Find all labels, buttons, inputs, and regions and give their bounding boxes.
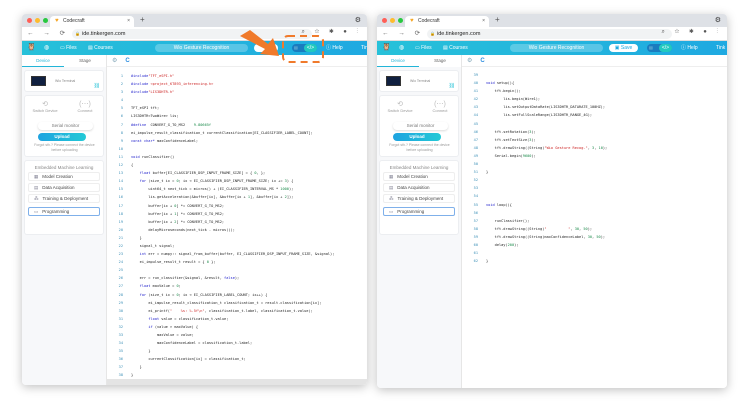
orange-arrow-icon (240, 30, 279, 56)
annotation-overlay (240, 30, 324, 63)
highlight-dashed-box (282, 35, 324, 63)
